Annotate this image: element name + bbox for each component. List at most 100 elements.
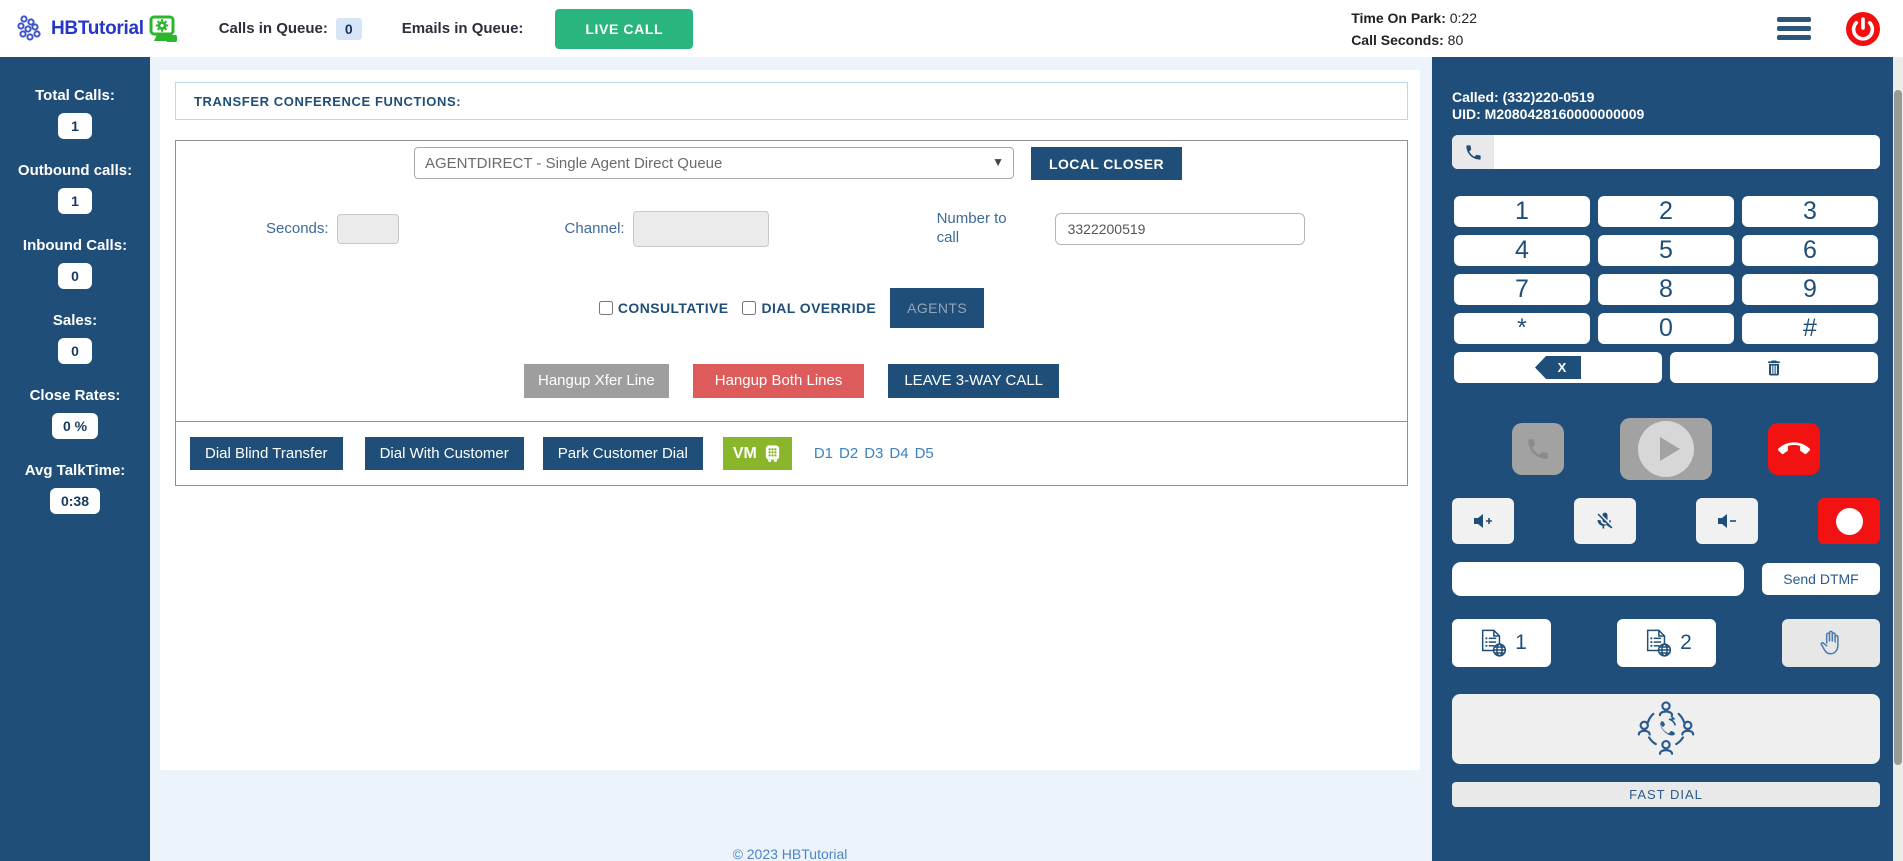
dial-override-checkbox[interactable] [742, 300, 757, 315]
channel-input[interactable] [632, 210, 769, 247]
copyright-footer: © 2023 HBTutorial [732, 846, 848, 861]
call-seconds-label: Call Seconds: [1351, 31, 1444, 48]
logout-power-icon[interactable] [1845, 11, 1881, 47]
hangup-phone-icon [1778, 442, 1810, 455]
dial-blind-transfer-button[interactable]: Dial Blind Transfer [190, 437, 343, 470]
keypad-key-6[interactable]: 6 [1740, 233, 1880, 268]
options-row: CONSULTATIVE DIAL OVERRIDE AGENTS [176, 287, 1407, 328]
seconds-input[interactable] [336, 213, 399, 244]
consultative-checkbox[interactable] [598, 300, 613, 315]
d3-link[interactable]: D3 [864, 445, 883, 462]
webform-1-button[interactable]: 1 [1452, 619, 1551, 667]
call-seconds-value: 80 [1447, 31, 1464, 48]
emails-in-queue-label: Emails in Queue: [401, 20, 524, 37]
window-scrollbar[interactable] [1893, 57, 1903, 861]
fast-dial-button[interactable]: FAST DIAL [1452, 782, 1880, 807]
hangup-xfer-line-button[interactable]: Hangup Xfer Line [523, 363, 669, 398]
record-icon [1835, 507, 1863, 535]
volume-down-button[interactable] [1696, 498, 1758, 544]
queue-select-row: AGENTDIRECT - Single Agent Direct Queue … [414, 147, 1407, 180]
live-call-button[interactable]: LIVE CALL [555, 8, 694, 49]
vm-button-label: VM [732, 444, 757, 462]
call-fields-row: Seconds: Channel: Number to call [266, 210, 1407, 248]
phone-icon [1528, 439, 1548, 459]
calls-in-queue-label: Calls in Queue: [218, 20, 328, 37]
dial-keypad: 1 2 3 4 5 6 7 8 9 * 0 # [1452, 194, 1880, 346]
d1-link[interactable]: D1 [814, 445, 833, 462]
channel-label: Channel: [564, 220, 625, 238]
app-window: HBTutorial Calls in Queue: 0 Emails in Q… [0, 0, 1903, 861]
stat-label: Avg TalkTime: [24, 462, 126, 479]
keypad-key-0[interactable]: 0 [1596, 311, 1736, 346]
hangup-button[interactable] [1768, 423, 1820, 475]
keypad-key-star[interactable]: * [1452, 311, 1592, 346]
stat-value-badge: 0:38 [49, 488, 101, 514]
hand-icon [1820, 630, 1839, 655]
local-closer-button[interactable]: LOCAL CLOSER [1031, 147, 1182, 180]
play-button[interactable] [1620, 418, 1712, 480]
phone-panel: Called: (332)220-0519 UID: M208042816000… [1432, 57, 1903, 861]
stat-value-badge: 0 [58, 263, 92, 289]
dial-actions-row: Dial Blind Transfer Dial With Customer P… [176, 421, 1407, 485]
calls-in-queue: Calls in Queue: 0 [218, 17, 362, 40]
dial-override-checkbox-label[interactable]: DIAL OVERRIDE [742, 300, 876, 316]
scrollbar-thumb[interactable] [1894, 90, 1902, 765]
record-button[interactable] [1818, 498, 1880, 544]
volume-up-button[interactable] [1452, 498, 1514, 544]
send-dtmf-button[interactable]: Send DTMF [1762, 563, 1880, 595]
call-controls-row [1452, 418, 1880, 480]
mic-off-icon [1597, 512, 1613, 529]
speaker-minus-icon [1718, 514, 1736, 528]
keypad-key-2[interactable]: 2 [1596, 194, 1736, 229]
keypad-key-4[interactable]: 4 [1452, 233, 1592, 268]
d2-link[interactable]: D2 [839, 445, 858, 462]
mute-mic-button[interactable] [1574, 498, 1636, 544]
dial-number-input[interactable] [1494, 135, 1880, 169]
queue-select[interactable]: AGENTDIRECT - Single Agent Direct Queue [414, 147, 1014, 179]
leave-3way-call-button[interactable]: LEAVE 3-WAY CALL [888, 363, 1060, 398]
keypad-key-hash[interactable]: # [1740, 311, 1880, 346]
seconds-label: Seconds: [266, 220, 329, 238]
stat-sales: Sales: 0 [0, 312, 150, 364]
webform-2-button[interactable]: 2 [1617, 619, 1716, 667]
number-to-call-input[interactable] [1054, 212, 1305, 245]
park-customer-dial-button[interactable]: Park Customer Dial [542, 437, 703, 470]
dtmf-input[interactable] [1452, 562, 1744, 596]
webform-row: 1 2 [1452, 619, 1880, 667]
logo-network-icon [17, 14, 41, 41]
keypad-key-9[interactable]: 9 [1740, 272, 1880, 307]
dtmf-row: Send DTMF [1452, 562, 1880, 596]
hangup-row: Hangup Xfer Line Hangup Both Lines LEAVE… [176, 363, 1407, 398]
hangup-both-lines-button[interactable]: Hangup Both Lines [692, 363, 865, 398]
consultative-checkbox-label[interactable]: CONSULTATIVE [598, 300, 729, 316]
clear-key[interactable] [1668, 350, 1880, 385]
d4-link[interactable]: D4 [889, 445, 908, 462]
logo-chat-gear-icon [149, 15, 177, 42]
dial-override-text: DIAL OVERRIDE [761, 299, 877, 316]
stat-value-badge: 0 % [51, 413, 99, 439]
dial-with-customer-button[interactable]: Dial With Customer [364, 437, 524, 470]
backspace-key[interactable]: X [1452, 350, 1664, 385]
keypad-key-8[interactable]: 8 [1596, 272, 1736, 307]
dial-number-field [1452, 135, 1880, 169]
stat-label: Total Calls: [35, 87, 115, 104]
dial-call-button[interactable] [1512, 423, 1564, 475]
menu-hamburger-icon[interactable] [1777, 17, 1811, 40]
keypad-key-1[interactable]: 1 [1452, 194, 1592, 229]
keypad-key-7[interactable]: 7 [1452, 272, 1592, 307]
conference-call-icon [1637, 701, 1695, 755]
webform-1-label: 1 [1515, 631, 1527, 654]
conference-call-button[interactable] [1452, 694, 1880, 764]
d5-link[interactable]: D5 [915, 445, 934, 462]
section-title: TRANSFER CONFERENCE FUNCTIONS: [175, 82, 1408, 120]
stat-total-calls: Total Calls: 1 [0, 87, 150, 139]
raise-hand-button[interactable] [1782, 619, 1880, 667]
stat-value-badge: 1 [58, 113, 92, 139]
keypad-key-3[interactable]: 3 [1740, 194, 1880, 229]
keypad-key-5[interactable]: 5 [1596, 233, 1736, 268]
vm-button[interactable]: VM [722, 437, 792, 470]
stat-label: Inbound Calls: [22, 237, 128, 254]
play-icon [1638, 421, 1694, 477]
logo-text: HBTutorial [51, 17, 144, 39]
agents-button[interactable]: AGENTS [890, 287, 985, 328]
